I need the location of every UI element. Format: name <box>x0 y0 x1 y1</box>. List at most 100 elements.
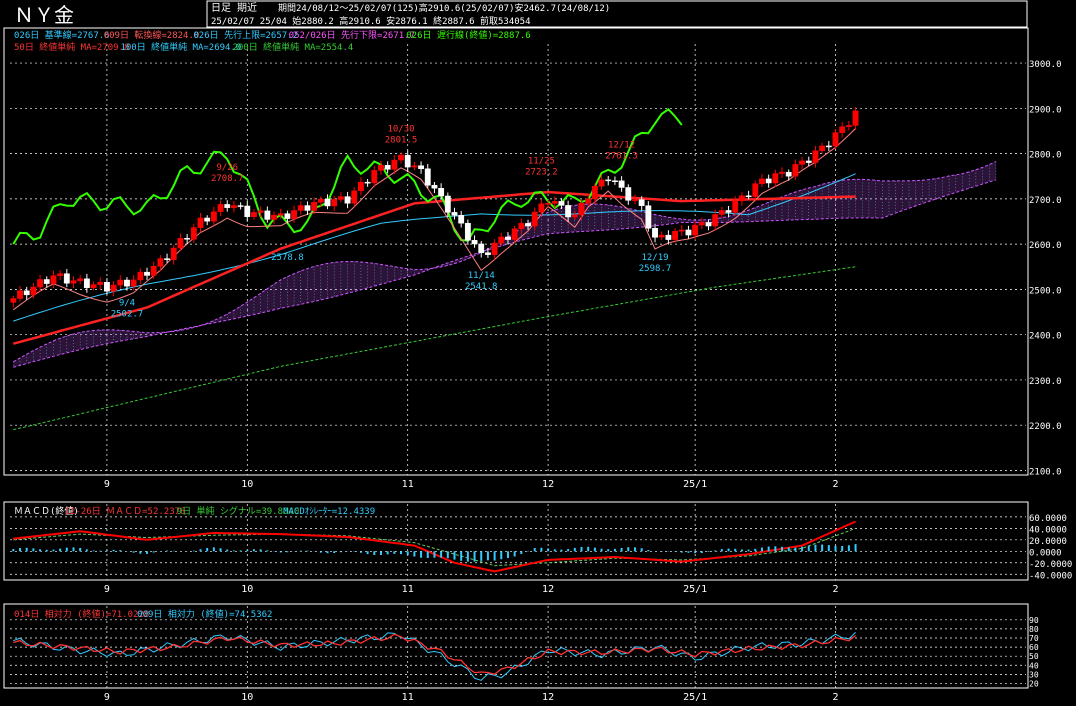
candle-up <box>799 160 806 165</box>
macd-tick-label: 20.0000 <box>1029 537 1067 547</box>
candle-down <box>785 171 792 177</box>
candle-up <box>77 278 84 281</box>
legend-entry: 009日 転換線=2824.0 <box>104 29 200 41</box>
candle-down <box>431 184 438 189</box>
candle-up <box>217 204 224 212</box>
candle-up <box>718 210 725 215</box>
annotation-price: 2598.7 <box>639 264 672 274</box>
time-tick-label: 10 <box>241 692 253 703</box>
legend-entry: 026日 先行上限=2657.2 <box>193 29 298 41</box>
candle-up <box>150 265 157 276</box>
time-tick-label: 10 <box>241 479 253 490</box>
candle-up <box>57 273 64 276</box>
price-tick-label: 2900.0 <box>1029 105 1062 115</box>
legend-entry: 052/026日 先行下限=2671.7 <box>289 29 415 41</box>
rsi-tick-label: 20 <box>1029 679 1039 688</box>
candle-up <box>732 200 739 213</box>
candle-up <box>712 214 719 227</box>
candle-down <box>525 223 531 227</box>
chart-title: ＮＹ金 <box>14 3 74 27</box>
annotation-date: 10/30 <box>387 125 414 135</box>
candle-up <box>30 286 37 296</box>
candle-up <box>511 228 518 240</box>
candle-up <box>311 202 318 211</box>
candle-down <box>438 187 445 197</box>
candle-down <box>43 279 50 284</box>
time-tick-label: 12 <box>542 692 554 703</box>
macd-tick-label: -20.0000 <box>1029 560 1072 570</box>
candle-up <box>297 205 304 211</box>
rsi-tick-label: 90 <box>1029 616 1039 625</box>
rsi9-line <box>13 632 856 681</box>
candle-down <box>478 243 485 253</box>
candle-up <box>832 132 839 147</box>
candle-down <box>264 210 271 220</box>
header-mode: 日足 期近 <box>211 1 257 14</box>
candle-down <box>611 180 618 183</box>
candle-up <box>658 234 665 238</box>
candle-down <box>124 279 130 287</box>
legend-entry: 014日 相対力 (終値)=71.0228 <box>14 608 149 620</box>
candle-up <box>97 282 104 285</box>
candle-up <box>317 199 324 203</box>
annotation-price: 2723.2 <box>525 167 558 177</box>
candle-up <box>37 279 44 288</box>
candle-up <box>371 170 378 184</box>
candle-down <box>645 205 652 229</box>
candle-up <box>110 284 117 292</box>
candle-up <box>692 224 699 236</box>
candle-up <box>331 199 338 207</box>
candle-down <box>204 217 211 222</box>
time-tick-label: 12 <box>542 584 554 595</box>
candle-down <box>484 252 491 255</box>
candle-up <box>672 230 679 240</box>
candle-up <box>190 227 197 240</box>
candle-down <box>705 222 712 227</box>
annotation-price: 2541.8 <box>465 282 498 292</box>
rsi-tick-label: 70 <box>1029 634 1039 643</box>
candle-down <box>237 205 244 207</box>
candle-up <box>391 159 398 170</box>
time-tick-label: 10 <box>241 584 253 595</box>
candle-down <box>63 273 70 284</box>
header: ＮＹ金 日足 期近 期間24/08/12～25/02/07(125)高2910.… <box>14 0 1028 28</box>
candle-up <box>351 190 358 204</box>
candle-up <box>337 196 344 200</box>
candle-down <box>144 271 150 276</box>
candle-up <box>531 211 538 227</box>
time-tick-label: 25/1 <box>683 692 707 703</box>
price-tick-label: 3000.0 <box>1029 60 1062 70</box>
candle-up <box>50 275 57 284</box>
candle-up <box>70 280 77 284</box>
candle-up <box>752 183 759 197</box>
candle-down <box>464 222 471 241</box>
candle-up <box>551 201 558 204</box>
candle-up <box>538 203 545 213</box>
candle-up <box>291 210 298 219</box>
indicator-lines <box>12 107 857 681</box>
panels <box>3 27 1029 689</box>
macd-line <box>13 520 857 573</box>
candle-down <box>404 154 411 168</box>
macd-signal-line <box>13 527 856 567</box>
candle-up <box>271 214 277 220</box>
time-tick-label: 11 <box>402 692 414 703</box>
candle-up <box>117 279 124 286</box>
candle-up <box>17 290 23 299</box>
annotation-date: 11/25 <box>528 156 555 166</box>
price-tick-label: 2700.0 <box>1029 196 1062 206</box>
candle-up <box>357 181 364 192</box>
annotation-price: 2801.5 <box>385 136 418 146</box>
candle-up <box>845 125 852 127</box>
candle-down <box>103 282 110 292</box>
axis-labels: 3000.02900.02800.02700.02600.02500.02400… <box>104 60 1072 703</box>
chart-canvas: ＮＹ金 日足 期近 期間24/08/12～25/02/07(125)高2910.… <box>3 0 1072 703</box>
candle-down <box>685 229 692 236</box>
legend-entry: 100日 終値単純 MA=2694.0 <box>120 41 241 53</box>
candle-up <box>852 110 859 126</box>
time-tick-label: 9 <box>104 692 110 703</box>
time-tick-label: 11 <box>402 584 414 595</box>
annotation-price: 2708.7 <box>211 174 244 184</box>
price-tick-label: 2200.0 <box>1029 422 1062 432</box>
legend-entry: 026日 基準線=2767.6 <box>14 29 110 41</box>
